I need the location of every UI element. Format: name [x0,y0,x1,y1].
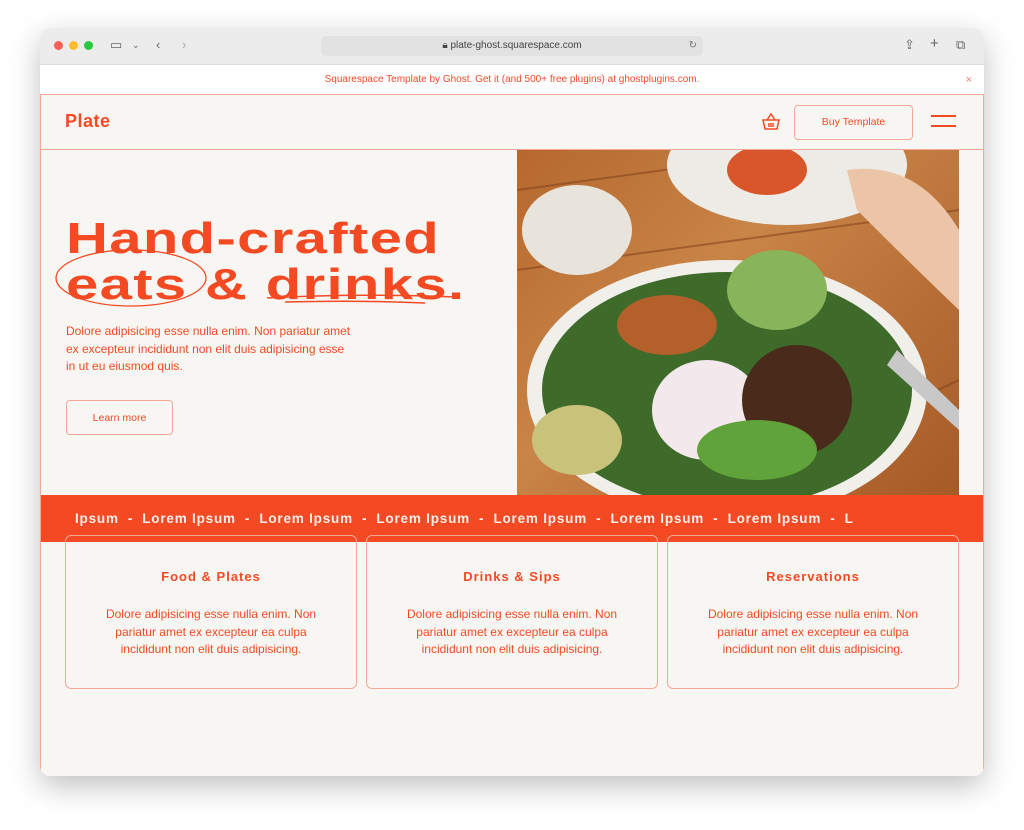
chevron-down-icon[interactable]: ⌄ [132,40,140,51]
card-text: Dolore adipisicing esse nulla enim. Non … [707,607,919,656]
browser-toolbar: ▭ ⌄ ‹ › 🔒︎ plate-ghost.squarespace.com ↻ … [40,28,984,65]
hero-food-image [517,150,959,495]
card-drinks-sips[interactable]: Drinks & Sips Dolore adipisicing esse nul… [366,535,658,689]
forward-icon[interactable]: › [182,37,186,52]
card-title: Food & Plates [161,569,261,584]
card-reservations[interactable]: Reservations Dolore adipisicing esse null… [667,535,959,689]
site-logo[interactable]: Plate [65,111,111,132]
minimize-window-button[interactable] [69,41,78,50]
card-text: Dolore adipisicing esse nulla enim. Non … [406,607,618,656]
sidebar-icon[interactable]: ▭ [110,37,122,53]
feature-cards: Food & Plates Dolore adipisicing esse nul… [65,535,959,689]
promo-text[interactable]: Squarespace Template by Ghost. Get it (a… [325,74,700,85]
back-icon[interactable]: ‹ [156,37,160,52]
address-bar[interactable]: 🔒︎ plate-ghost.squarespace.com ↻ [321,36,703,56]
site-header: Plate Buy Template [41,95,983,150]
browser-window: ▭ ⌄ ‹ › 🔒︎ plate-ghost.squarespace.com ↻ … [40,28,984,776]
new-tab-icon[interactable]: + [930,35,939,52]
card-text: Dolore adipisicing esse nulla enim. Non … [105,607,317,656]
card-food-plates[interactable]: Food & Plates Dolore adipisicing esse nul… [65,535,357,689]
promo-banner: Squarespace Template by Ghost. Get it (a… [40,65,984,95]
page: Plate Buy Template Hand-crafted eats & d… [40,95,984,776]
reload-icon[interactable]: ↻ [689,36,697,56]
tabs-overview-icon[interactable]: ⧉ [956,37,965,53]
close-banner-icon[interactable]: × [966,65,972,95]
learn-more-button[interactable]: Learn more [66,400,173,435]
basket-icon[interactable] [761,112,781,132]
hero-description: Dolore adipisicing esse nulla enim. Non … [66,324,351,373]
buy-template-button[interactable]: Buy Template [794,105,913,140]
zoom-window-button[interactable] [84,41,93,50]
scribble-decoration [55,249,455,307]
hamburger-menu-icon[interactable] [931,115,956,127]
card-title: Reservations [766,569,860,584]
share-icon[interactable]: ⇪ [904,37,915,53]
close-window-button[interactable] [54,41,63,50]
card-title: Drinks & Sips [463,569,561,584]
hero-section: Hand-crafted eats & drinks. Dolore adipi… [41,150,983,495]
